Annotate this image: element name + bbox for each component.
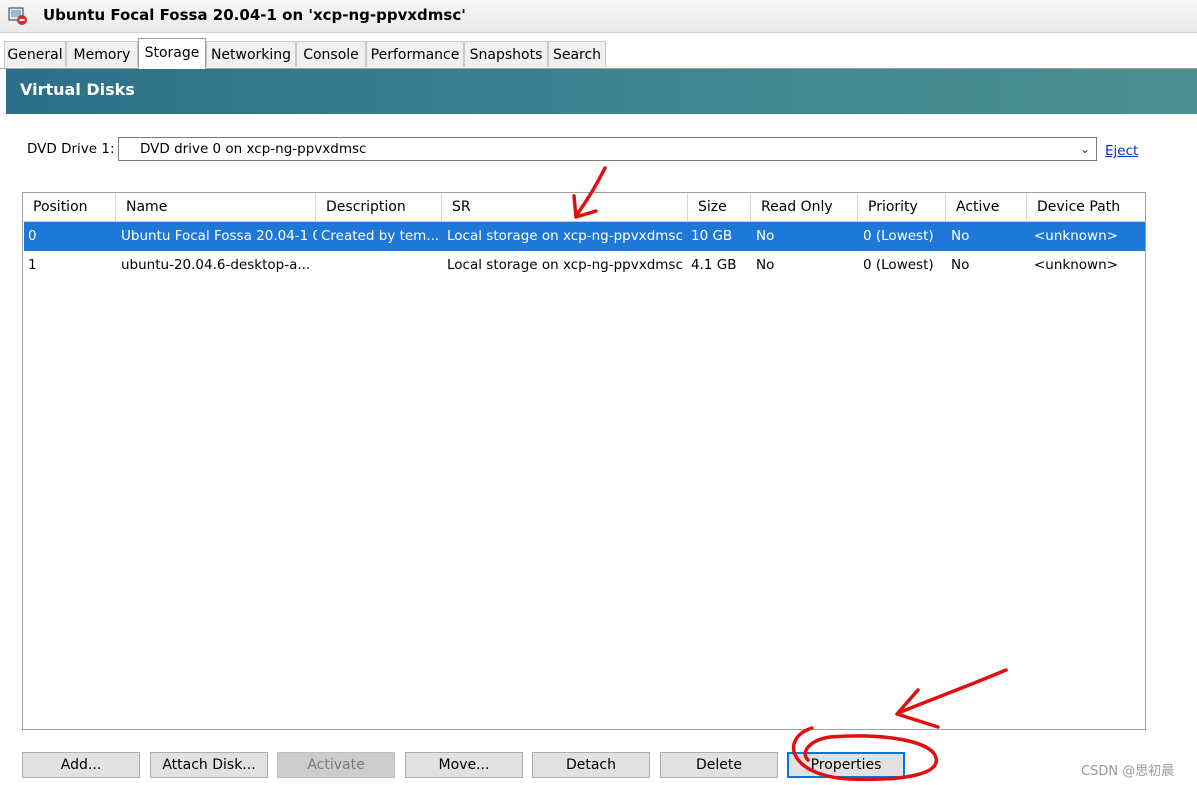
column-header-description[interactable]: Description: [316, 193, 442, 221]
column-header-active[interactable]: Active: [946, 193, 1027, 221]
tab-networking[interactable]: Networking: [206, 41, 296, 67]
cell-name: ubuntu-20.04.6-desktop-a...: [121, 257, 311, 273]
cell-priority: 0 (Lowest): [863, 257, 934, 273]
tab-snapshots[interactable]: Snapshots: [464, 41, 548, 67]
column-header-size[interactable]: Size: [688, 193, 751, 221]
column-header-priority[interactable]: Priority: [858, 193, 946, 221]
watermark: CSDN @思初晨: [1081, 764, 1175, 779]
activate-button[interactable]: Activate: [277, 752, 395, 778]
window-title: Ubuntu Focal Fossa 20.04-1 on 'xcp-ng-pp…: [43, 6, 466, 24]
cell-description: [317, 251, 443, 280]
tab-memory[interactable]: Memory: [66, 41, 138, 67]
tab-bar: General Memory Storage Networking Consol…: [0, 38, 1197, 69]
chevron-down-icon: ⌄: [1079, 142, 1090, 156]
add-button[interactable]: Add...: [22, 752, 140, 778]
delete-button[interactable]: Delete: [660, 752, 778, 778]
eject-link[interactable]: Eject: [1105, 143, 1138, 159]
table-row[interactable]: 0 Ubuntu Focal Fossa 20.04-1 0 Created b…: [24, 222, 1145, 251]
cell-sr: Local storage on xcp-ng-ppvxdmsc: [447, 257, 683, 273]
column-header-position[interactable]: Position: [23, 193, 116, 221]
tab-performance[interactable]: Performance: [366, 41, 464, 67]
section-header: Virtual Disks: [6, 69, 1197, 114]
cell-size: 4.1 GB: [691, 257, 737, 273]
column-header-name[interactable]: Name: [116, 193, 316, 221]
cell-position: 1: [28, 257, 37, 273]
cell-active: No: [951, 257, 970, 273]
cell-device-path: <unknown>: [1034, 228, 1118, 244]
cell-device-path: <unknown>: [1034, 257, 1118, 273]
column-header-sr[interactable]: SR: [442, 193, 688, 221]
column-header-read-only[interactable]: Read Only: [751, 193, 858, 221]
table-row[interactable]: 1 ubuntu-20.04.6-desktop-a... Local stor…: [24, 251, 1145, 280]
cell-priority: 0 (Lowest): [863, 228, 934, 244]
tab-search[interactable]: Search: [548, 41, 606, 67]
column-header-device-path[interactable]: Device Path: [1027, 193, 1145, 221]
vm-icon: [8, 7, 27, 25]
properties-button[interactable]: Properties: [787, 752, 905, 778]
cell-read-only: No: [756, 228, 775, 244]
virtual-disks-table[interactable]: Position Name Description SR Size Read O…: [22, 192, 1146, 730]
dvd-drive-select[interactable]: DVD drive 0 on xcp-ng-ppvxdmsc ⌄: [118, 137, 1097, 161]
cell-active: No: [951, 228, 970, 244]
attach-disk-button[interactable]: Attach Disk...: [150, 752, 268, 778]
cell-sr: Local storage on xcp-ng-ppvxdmsc: [447, 228, 683, 244]
section-title: Virtual Disks: [20, 80, 135, 99]
dvd-drive-label: DVD Drive 1:: [27, 141, 115, 157]
tab-general[interactable]: General: [4, 41, 66, 67]
cell-description: Created by tem...: [321, 228, 440, 244]
cell-read-only: No: [756, 257, 775, 273]
dvd-drive-value: DVD drive 0 on xcp-ng-ppvxdmsc: [140, 141, 367, 157]
cell-position: 0: [28, 228, 37, 244]
cell-name: Ubuntu Focal Fossa 20.04-1 0: [121, 228, 317, 244]
table-header: Position Name Description SR Size Read O…: [23, 193, 1145, 222]
window-titlebar: Ubuntu Focal Fossa 20.04-1 on 'xcp-ng-pp…: [0, 0, 1197, 33]
move-button[interactable]: Move...: [405, 752, 523, 778]
cell-size: 10 GB: [691, 228, 733, 244]
tab-storage[interactable]: Storage: [138, 38, 206, 69]
detach-button[interactable]: Detach: [532, 752, 650, 778]
tab-console[interactable]: Console: [296, 41, 366, 67]
